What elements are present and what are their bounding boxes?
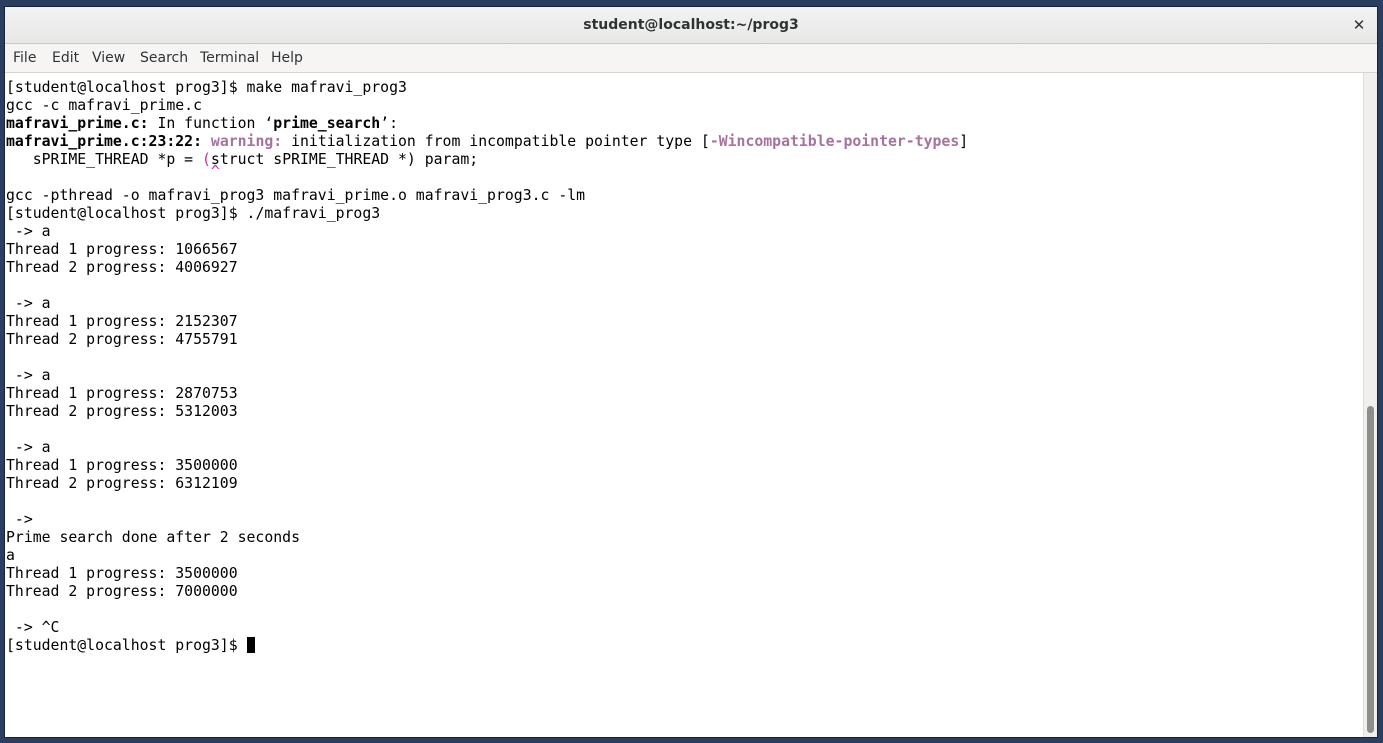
terminal-line: [student@localhost prog3]$ (6, 637, 255, 655)
terminal-line: a (6, 547, 15, 564)
function-name: prime_search (273, 115, 381, 132)
scrollbar-thumb[interactable] (1367, 406, 1374, 733)
menu-terminal[interactable]: Terminal (200, 44, 259, 72)
menu-help[interactable]: Help (271, 44, 303, 72)
warning-flag: -Wincompatible-pointer-types (709, 133, 960, 150)
warning-label: warning: (210, 133, 283, 150)
prompt: [student@localhost prog3]$ (6, 205, 247, 222)
terminal-line: Thread 1 progress: 1066567 (6, 241, 238, 258)
terminal-line: mafravi_prime.c: In function ‘prime_sear… (6, 115, 398, 133)
menu-view[interactable]: View (92, 44, 125, 72)
window-title: student@localhost:~/prog3 (583, 17, 799, 33)
menu-search[interactable]: Search (140, 44, 188, 72)
terminal-line: Thread 2 progress: 6312109 (6, 475, 238, 492)
menu-bar: File Edit View Search Terminal Help (5, 44, 1377, 73)
compiler-text: ’: (380, 115, 398, 132)
terminal-line: Thread 1 progress: 3500000 (6, 565, 238, 582)
title-bar[interactable]: student@localhost:~/prog3 ✕ (5, 7, 1377, 44)
command: ./mafravi_prog3 (246, 205, 381, 222)
terminal-line: Thread 2 progress: 7000000 (6, 583, 238, 600)
terminal-line: -> (6, 511, 33, 528)
terminal-line: Thread 1 progress: 3500000 (6, 457, 238, 474)
caret-indicator: ^ (6, 163, 220, 180)
terminal-line: -> ^C (6, 619, 60, 636)
warning-message: initialization from incompatible pointer… (282, 133, 710, 150)
terminal-line: Thread 2 progress: 4755791 (6, 331, 238, 348)
terminal-output[interactable]: [student@localhost prog3]$ make mafravi_… (5, 73, 1363, 737)
terminal-line: -> a (6, 367, 51, 384)
terminal-line: Thread 2 progress: 5312003 (6, 403, 238, 420)
terminal-line: -> a (6, 223, 51, 240)
prompt: [student@localhost prog3]$ (6, 637, 247, 654)
terminal-line: gcc -c mafravi_prime.c (6, 97, 202, 114)
source-text: struct sPRIME_THREAD *) param; (210, 151, 479, 168)
terminal-line: Thread 2 progress: 4006927 (6, 259, 238, 276)
command: make mafravi_prog3 (246, 79, 407, 96)
text-cursor (246, 637, 255, 653)
compiler-text: ] (959, 133, 969, 150)
warning-line: mafravi_prime.c:23:22: warning: initiali… (6, 133, 968, 151)
terminal-line: -> a (6, 439, 51, 456)
close-icon[interactable]: ✕ (1347, 13, 1371, 37)
terminal-line: Thread 1 progress: 2152307 (6, 313, 238, 330)
compiler-text: In function ‘ (148, 115, 274, 132)
terminal-line: -> a (6, 295, 51, 312)
terminal-line: [student@localhost prog3]$ make mafravi_… (6, 79, 407, 97)
source-file-label: mafravi_prime.c: (6, 115, 149, 132)
prompt: [student@localhost prog3]$ (6, 79, 247, 96)
terminal-line: [student@localhost prog3]$ ./mafravi_pro… (6, 205, 380, 223)
terminal-window: student@localhost:~/prog3 ✕ File Edit Vi… (5, 7, 1377, 737)
menu-file[interactable]: File (13, 44, 36, 72)
menu-edit[interactable]: Edit (52, 44, 79, 72)
warning-location: mafravi_prime.c:23:22: (6, 133, 202, 150)
terminal-line: Thread 1 progress: 2870753 (6, 385, 238, 402)
terminal-line: Prime search done after 2 seconds (6, 529, 300, 546)
terminal-line: gcc -pthread -o mafravi_prog3 mafravi_pr… (6, 187, 586, 204)
vertical-scrollbar[interactable] (1363, 73, 1377, 737)
